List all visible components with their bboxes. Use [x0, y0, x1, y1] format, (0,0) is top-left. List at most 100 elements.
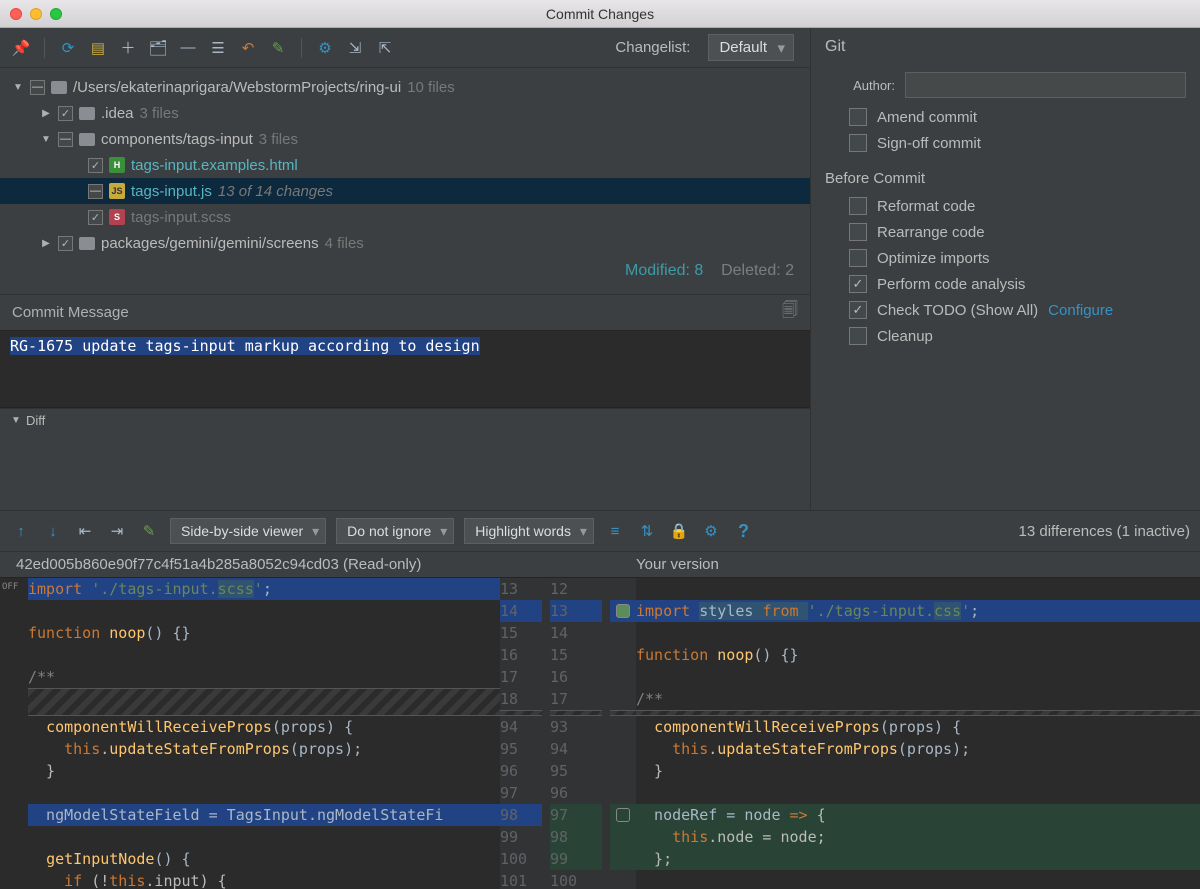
- jump-right-icon[interactable]: ⇥: [106, 520, 128, 542]
- js-file-icon: JS: [109, 183, 125, 199]
- collapse-unchanged-icon[interactable]: ≡: [604, 520, 626, 542]
- diff-section-header[interactable]: ▼ Diff: [0, 408, 810, 432]
- edit-icon[interactable]: ✎: [267, 37, 289, 59]
- minimize-icon[interactable]: [30, 8, 42, 20]
- history-icon[interactable]: 🗐: [782, 299, 798, 326]
- include-checkbox[interactable]: [616, 604, 630, 618]
- commit-toolbar: 📌 ⟳ ▤ ＋ 🗂 — ☰ ↶ ✎ ⚙ ⇲ ⇱ Changelist: Defa…: [0, 28, 810, 68]
- show-diff-icon[interactable]: ▤: [87, 37, 109, 59]
- diff-titles: 42ed005b860e90f77c4f51a4b285a8052c94cd03…: [0, 552, 1200, 578]
- chevron-down-icon[interactable]: ▼: [12, 82, 24, 93]
- checkbox-checked[interactable]: [849, 275, 867, 293]
- ignore-select[interactable]: Do not ignore: [336, 518, 454, 544]
- todo-label: Check TODO (Show All): [877, 302, 1038, 319]
- lock-icon[interactable]: 🔒: [668, 520, 690, 542]
- close-icon[interactable]: [10, 8, 22, 20]
- expand-icon[interactable]: ⇲: [344, 37, 366, 59]
- tree-gemini[interactable]: ▶ ✓ packages/gemini/gemini/screens 4 fil…: [0, 230, 810, 256]
- diff-count-label: 13 differences (1 inactive): [1019, 523, 1190, 540]
- rearrange-label: Rearrange code: [877, 224, 985, 241]
- checkbox[interactable]: ✓: [58, 236, 73, 251]
- tree-idea[interactable]: ▶ ✓ .idea 3 files: [0, 100, 810, 126]
- author-field-row: Author:: [825, 72, 1186, 98]
- chevron-down-icon[interactable]: ▼: [40, 134, 52, 145]
- help-icon[interactable]: ?: [738, 521, 749, 542]
- off-gutter: OFF: [0, 578, 28, 889]
- tree-root[interactable]: ▼ — /Users/ekaterinaprigara/WebstormProj…: [0, 74, 810, 100]
- author-input[interactable]: [905, 72, 1186, 98]
- checkbox-partial[interactable]: —: [30, 80, 45, 95]
- diff-left-pane[interactable]: import './tags-input.scss'; function noo…: [28, 578, 500, 889]
- folder-icon: [79, 133, 95, 146]
- tree-file-scss[interactable]: ✓ S tags-input.scss: [0, 204, 810, 230]
- signoff-commit-label: Sign-off commit: [877, 135, 981, 152]
- checkbox-partial[interactable]: —: [88, 184, 103, 199]
- chevron-right-icon[interactable]: ▶: [40, 108, 52, 119]
- left-gutter: 13 14 15 16 17 18 94 95 96 97 98 99 100 …: [500, 578, 550, 889]
- diff-toolbar: ↑ ↓ ⇤ ⇥ ✎ Side-by-side viewer Do not ign…: [0, 510, 1200, 552]
- checkbox-partial[interactable]: —: [58, 132, 73, 147]
- checkbox[interactable]: [849, 134, 867, 152]
- folder-icon: [79, 237, 95, 250]
- tree-file-examples[interactable]: ✓ H tags-input.examples.html: [0, 152, 810, 178]
- checkbox[interactable]: ✓: [88, 210, 103, 225]
- gear-icon[interactable]: ⚙: [700, 520, 722, 542]
- folder-icon: [51, 81, 67, 94]
- viewer-mode-select[interactable]: Side-by-side viewer: [170, 518, 326, 544]
- chevron-right-icon[interactable]: ▶: [40, 238, 52, 249]
- changelist-select[interactable]: Default: [708, 34, 794, 61]
- collapse-icon[interactable]: ⇱: [374, 37, 396, 59]
- include-change-column: [610, 578, 636, 889]
- analysis-label: Perform code analysis: [877, 276, 1025, 293]
- right-gutter: 12 13 14 15 16 17 93 94 95 96 97 98 99 1…: [550, 578, 610, 889]
- change-stats: Modified: 8 Deleted: 2: [0, 256, 810, 290]
- jump-left-icon[interactable]: ⇤: [74, 520, 96, 542]
- next-diff-icon[interactable]: ↓: [42, 520, 64, 542]
- pin-icon[interactable]: 📌: [10, 37, 32, 59]
- sass-file-icon: S: [109, 209, 125, 225]
- checkbox[interactable]: [849, 108, 867, 126]
- cleanup-label: Cleanup: [877, 328, 933, 345]
- maximize-icon[interactable]: [50, 8, 62, 20]
- diff-body: OFF import './tags-input.scss'; function…: [0, 578, 1200, 889]
- tree-tags-folder[interactable]: ▼ — components/tags-input 3 files: [0, 126, 810, 152]
- gear-icon[interactable]: ⚙: [314, 37, 336, 59]
- commit-message-header: Commit Message 🗐: [0, 294, 810, 330]
- git-header: Git: [825, 38, 1186, 56]
- reformat-label: Reformat code: [877, 198, 975, 215]
- checkbox[interactable]: [849, 249, 867, 267]
- checkbox[interactable]: [849, 197, 867, 215]
- changelist-label: Changelist:: [615, 39, 690, 56]
- author-label: Author:: [825, 78, 895, 93]
- undo-icon[interactable]: ↶: [237, 37, 259, 59]
- html-file-icon: H: [109, 157, 125, 173]
- checkbox[interactable]: [849, 223, 867, 241]
- changes-tree: ▼ — /Users/ekaterinaprigara/WebstormProj…: [0, 68, 810, 294]
- before-commit-header: Before Commit: [825, 170, 1186, 187]
- configure-link[interactable]: Configure: [1048, 302, 1113, 319]
- diff-right-pane[interactable]: import styles from './tags-input.css'; f…: [636, 578, 1200, 889]
- tree-file-js[interactable]: — JS tags-input.js 13 of 14 changes: [0, 178, 810, 204]
- prev-diff-icon[interactable]: ↑: [10, 520, 32, 542]
- window-title: Commit Changes: [546, 6, 654, 22]
- add-icon[interactable]: ＋: [117, 37, 139, 59]
- amend-commit-label: Amend commit: [877, 109, 977, 126]
- refresh-icon[interactable]: ⟳: [57, 37, 79, 59]
- commit-message-input[interactable]: RG-1675 update tags-input markup accordi…: [0, 330, 810, 408]
- edit-diff-icon[interactable]: ✎: [138, 520, 160, 542]
- optimize-label: Optimize imports: [877, 250, 990, 267]
- remove-icon[interactable]: —: [177, 37, 199, 59]
- include-checkbox[interactable]: [616, 808, 630, 822]
- group-icon[interactable]: 🗂: [147, 37, 169, 59]
- list-icon[interactable]: ☰: [207, 37, 229, 59]
- titlebar: Commit Changes: [0, 0, 1200, 28]
- chevron-down-icon[interactable]: ▼: [10, 415, 22, 426]
- highlight-select[interactable]: Highlight words: [464, 518, 594, 544]
- checkbox[interactable]: ✓: [88, 158, 103, 173]
- sync-scroll-icon[interactable]: ⇅: [636, 520, 658, 542]
- checkbox[interactable]: [849, 327, 867, 345]
- checkbox[interactable]: ✓: [58, 106, 73, 121]
- folder-icon: [79, 107, 95, 120]
- checkbox-checked[interactable]: [849, 301, 867, 319]
- diff-left-title: 42ed005b860e90f77c4f51a4b285a8052c94cd03…: [0, 556, 620, 573]
